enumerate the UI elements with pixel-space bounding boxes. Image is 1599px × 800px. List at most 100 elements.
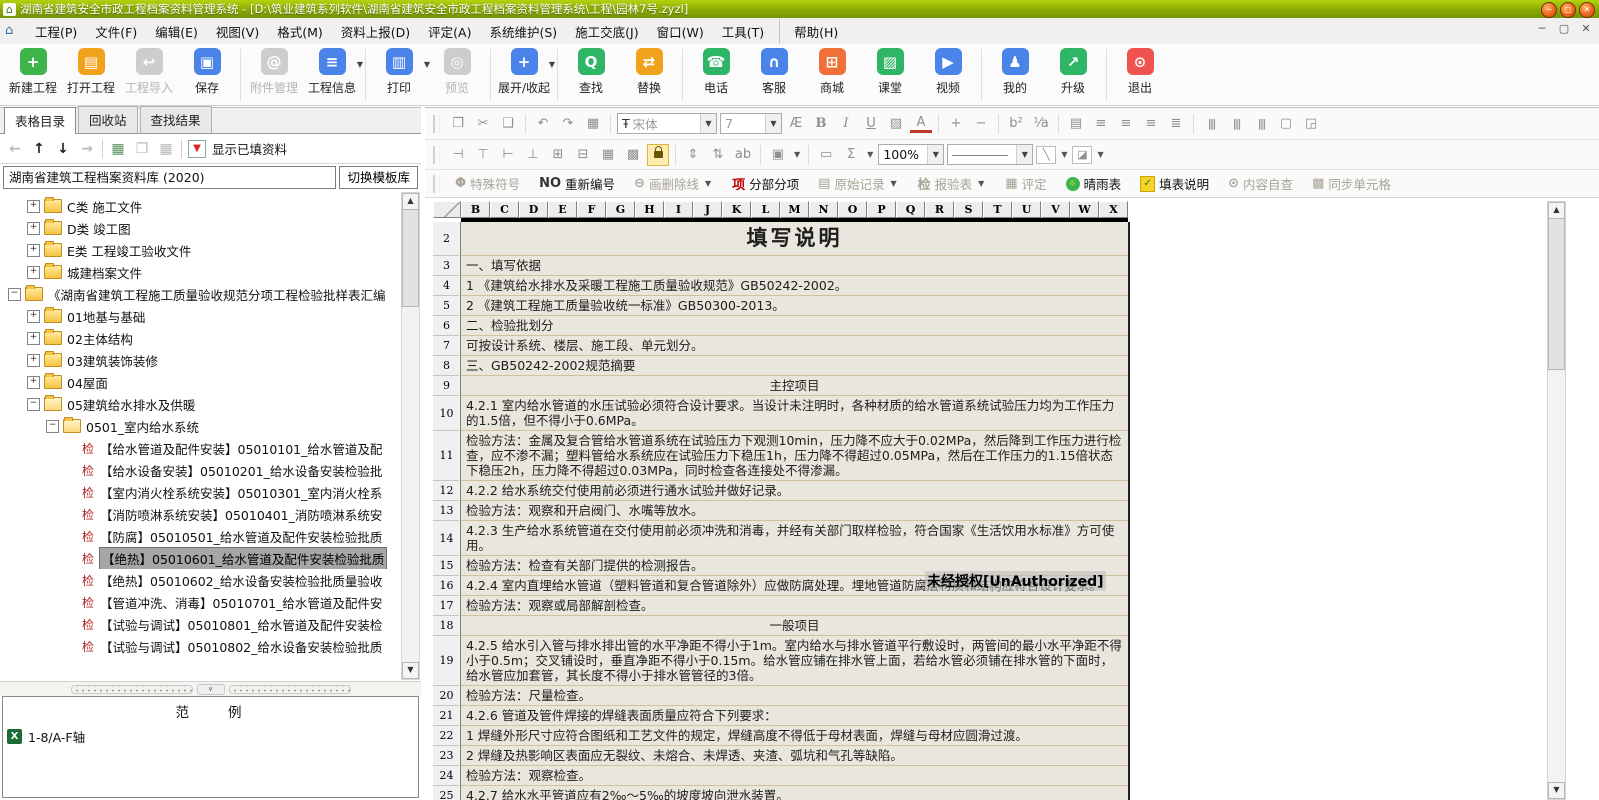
decrease-size-icon[interactable]: −: [970, 113, 992, 135]
column-header-H[interactable]: H: [635, 201, 664, 218]
font-name-select[interactable]: Ŧ 宋体 ▼: [617, 113, 717, 134]
nav-forward-icon[interactable]: →: [78, 141, 96, 157]
menu-item-6[interactable]: 资料上报(D): [332, 19, 419, 44]
open-project-button[interactable]: ▤ 打开工程: [62, 48, 120, 96]
expand-plus-icon[interactable]: +: [27, 199, 40, 213]
dropdown-arrow-icon[interactable]: ▼: [1016, 145, 1033, 164]
split-cell-right-icon[interactable]: ⊢: [497, 144, 519, 166]
phone-button[interactable]: ☎ 电话: [687, 48, 745, 96]
attachment-button[interactable]: @ 附件管理: [245, 48, 303, 96]
column-header-E[interactable]: E: [548, 201, 577, 218]
example-item[interactable]: X 1-8/A-F轴: [3, 721, 418, 746]
filter-icon[interactable]: ▼: [188, 139, 206, 158]
increase-size-icon[interactable]: +: [945, 113, 967, 135]
row-number[interactable]: 14: [433, 521, 461, 556]
scroll-down-icon[interactable]: ▼: [402, 662, 419, 679]
row-number[interactable]: 9: [433, 376, 461, 396]
scroll-up-icon[interactable]: ▲: [402, 193, 419, 210]
insert-image-icon[interactable]: ▣: [767, 144, 789, 166]
row-number[interactable]: 24: [433, 766, 461, 786]
row-number[interactable]: 19: [433, 636, 461, 686]
child-minimize-icon[interactable]: ─: [1535, 22, 1549, 35]
cell-text[interactable]: 检验方法：观察和开启阀门、水嘴等放水。: [461, 501, 1128, 520]
tab-table-directory[interactable]: 表格目录: [4, 107, 77, 134]
delete-row-icon[interactable]: ⊥: [522, 144, 544, 166]
cell-text[interactable]: 1 焊缝外形尺寸应符合图纸和工艺文件的规定，焊缝高度不得低于母材表面，焊缝与母材…: [461, 726, 1128, 745]
row-number[interactable]: 12: [433, 481, 461, 501]
cell-text[interactable]: 可按设计系统、楼层、施工段、单元划分。: [461, 336, 1128, 355]
child-close-icon[interactable]: ✕: [1579, 22, 1593, 35]
save-button[interactable]: ▣ 保存: [178, 48, 236, 96]
column-header-O[interactable]: O: [838, 201, 867, 218]
diagonal-box-icon[interactable]: ◪: [1072, 145, 1093, 164]
sheet-scrollbar[interactable]: ▲ ▼: [1547, 201, 1566, 800]
dropdown-arrow-icon[interactable]: ▼: [890, 179, 896, 188]
cell-text[interactable]: 2 焊缝及热影响区表面应无裂纹、未熔合、未焊透、夹渣、弧坑和气孔等缺陷。: [461, 746, 1128, 765]
add-table-icon[interactable]: ▦: [109, 141, 127, 157]
column-header-U[interactable]: U: [1012, 201, 1041, 218]
collapse-minus-icon[interactable]: −: [27, 397, 40, 411]
delete-table-icon[interactable]: ▦: [157, 141, 175, 157]
tree-item[interactable]: + C类 施工文件: [0, 195, 402, 217]
split-cell-left-icon[interactable]: ⊣: [447, 144, 469, 166]
classroom-button[interactable]: ▨ 课堂: [861, 48, 919, 96]
import-project-button[interactable]: ↩ 工程导入: [120, 48, 178, 96]
zoom-select[interactable]: 100% ▼: [878, 144, 945, 165]
collapse-minus-icon[interactable]: −: [46, 419, 59, 433]
tree-scrollbar[interactable]: ▲ ▼: [401, 192, 420, 680]
column-header-R[interactable]: R: [925, 201, 954, 218]
video-button[interactable]: ▶ 视频: [919, 48, 977, 96]
font-dialog-icon[interactable]: Æ: [785, 113, 807, 135]
row-number[interactable]: 7: [433, 336, 461, 356]
cut-icon[interactable]: ✂: [472, 113, 494, 135]
menu-item-3[interactable]: 编辑(E): [146, 19, 207, 44]
self-check-button[interactable]: ⊙ 内容自查: [1220, 174, 1301, 193]
cell-text[interactable]: 三、GB50242-2002规范摘要: [461, 356, 1128, 375]
line-spacing-increase-icon[interactable]: ⇕: [682, 144, 704, 166]
cell-text[interactable]: 2 《建筑工程施工质量验收统一标准》GB50300-2013。: [461, 296, 1128, 315]
undo-icon[interactable]: ↶: [532, 113, 554, 135]
menu-item-12[interactable]: 帮助(H): [779, 18, 847, 44]
replace-button[interactable]: ⇄ 替换: [620, 48, 678, 96]
inspection-form-button[interactable]: 检报验表 ▼: [910, 174, 995, 193]
maximize-button[interactable]: ▢: [1560, 2, 1576, 18]
sum-icon[interactable]: Σ: [840, 144, 862, 166]
toolbar-grip[interactable]: [433, 114, 440, 133]
row-number[interactable]: 18: [433, 616, 461, 636]
superscript-icon[interactable]: b²: [1005, 113, 1027, 135]
underline-icon[interactable]: U: [860, 113, 882, 135]
collapse-arrow-icon[interactable]: ∨: [196, 683, 225, 695]
cell-text[interactable]: 一、填写依据: [461, 256, 1128, 275]
row-number[interactable]: 21: [433, 706, 461, 726]
nav-up-icon[interactable]: ↑: [30, 141, 48, 157]
preview-button[interactable]: ◎ 预览: [428, 48, 486, 96]
tree-item[interactable]: 检【绝热】05010602_给水设备安装检验批质量验收: [0, 569, 402, 591]
dropdown-arrow-icon[interactable]: ▼: [794, 150, 800, 159]
fraction-icon[interactable]: ⅟a: [1030, 113, 1052, 135]
new-project-button[interactable]: + 新建工程: [4, 48, 62, 96]
cell-text[interactable]: 二、检验批划分: [461, 316, 1128, 335]
vertical-text-center-icon[interactable]: ||||: [1225, 113, 1247, 135]
row-number[interactable]: 5: [433, 296, 461, 316]
toolbar-grip[interactable]: [433, 174, 440, 193]
font-size-select[interactable]: 7 ▼: [720, 113, 782, 134]
align-left-icon[interactable]: ≡: [1090, 113, 1112, 135]
renumber-button[interactable]: NO 重新编号: [531, 174, 623, 193]
column-header-B[interactable]: B: [461, 201, 490, 218]
row-number[interactable]: 2: [433, 222, 461, 256]
paste-icon[interactable]: ❑: [497, 113, 519, 135]
row-number[interactable]: 4: [433, 276, 461, 296]
sheet-scroll-up-icon[interactable]: ▲: [1548, 202, 1565, 219]
tree-item[interactable]: 检【室内消火栓系统安装】05010301_室内消火栓系: [0, 481, 402, 503]
expand-plus-icon[interactable]: +: [27, 375, 40, 389]
dropdown-arrow-icon[interactable]: ▼: [700, 114, 716, 133]
menu-item-8[interactable]: 系统维护(S): [480, 19, 566, 44]
diagonal-line-icon[interactable]: ╲: [1036, 145, 1057, 164]
row-number[interactable]: 17: [433, 596, 461, 616]
mall-button[interactable]: ⊞ 商城: [803, 48, 861, 96]
column-header-L[interactable]: L: [751, 201, 780, 218]
menu-item-1[interactable]: 工程(P): [26, 19, 86, 44]
menu-item-10[interactable]: 窗口(W): [648, 19, 713, 44]
cell-text[interactable]: 4.2.6 管道及管件焊接的焊缝表面质量应符合下列要求：: [461, 706, 1128, 725]
row-number[interactable]: 22: [433, 726, 461, 746]
